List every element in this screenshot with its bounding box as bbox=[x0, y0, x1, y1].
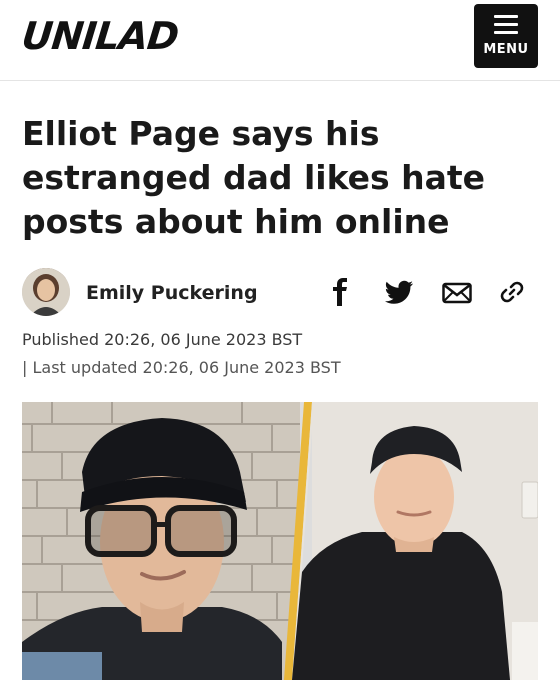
author-name[interactable]: Emily Puckering bbox=[86, 282, 258, 304]
link-icon[interactable] bbox=[498, 278, 526, 306]
byline: Emily Puckering bbox=[22, 268, 542, 318]
article-headline: Elliot Page says his estranged dad likes… bbox=[22, 114, 486, 241]
menu-button[interactable]: MENU bbox=[474, 4, 538, 68]
site-logo[interactable]: UNILAD bbox=[20, 14, 181, 58]
email-icon[interactable] bbox=[442, 278, 472, 306]
site-header: UNILAD MENU bbox=[0, 0, 560, 81]
published-timestamp: Published 20:26, 06 June 2023 BST bbox=[22, 330, 303, 349]
twitter-icon[interactable] bbox=[384, 278, 414, 306]
hamburger-icon bbox=[494, 15, 518, 35]
hero-image[interactable] bbox=[22, 402, 538, 680]
updated-timestamp: | Last updated 20:26, 06 June 2023 BST bbox=[22, 358, 341, 377]
author-avatar[interactable] bbox=[22, 268, 70, 316]
facebook-icon[interactable] bbox=[330, 278, 350, 306]
menu-label: MENU bbox=[483, 42, 529, 57]
